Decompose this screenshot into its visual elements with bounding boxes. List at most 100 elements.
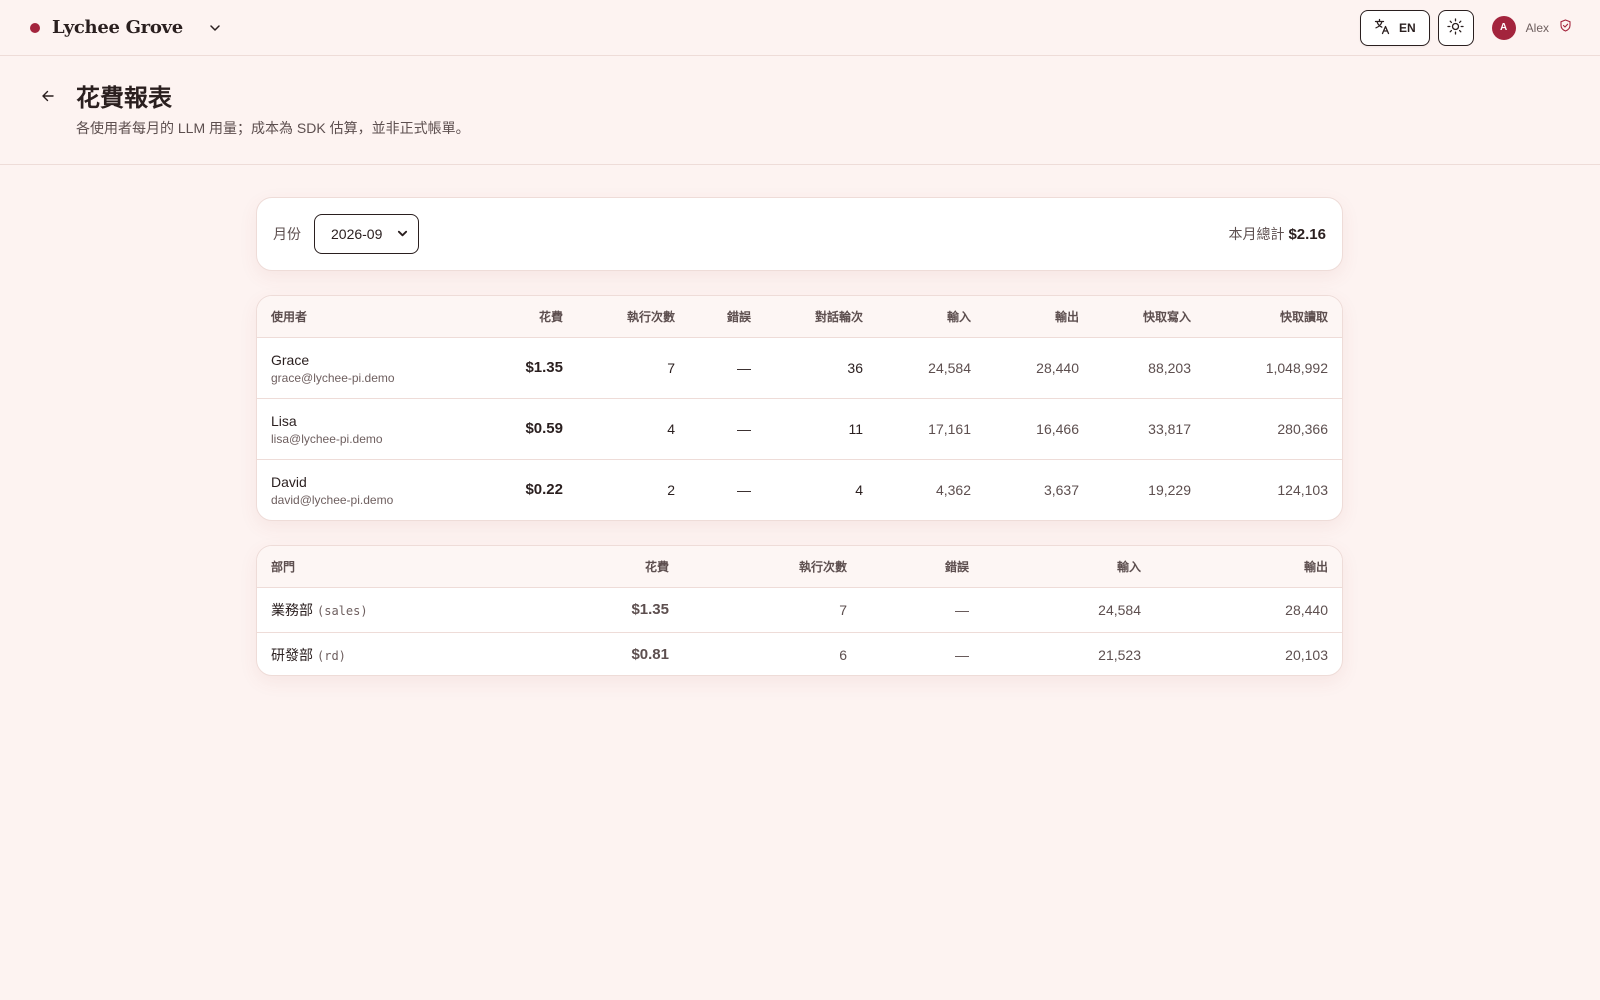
output-cell: 28,440 — [985, 337, 1093, 399]
output-cell: 20,103 — [1285, 646, 1328, 663]
runs-cell: 7 — [683, 587, 861, 633]
total-label: 本月總計 — [1228, 226, 1285, 242]
user-email: david@lychee-pi.demo — [271, 493, 394, 508]
sun-icon — [1447, 17, 1464, 38]
language-label: EN — [1398, 20, 1416, 35]
cost-cell: $0.81 — [631, 646, 669, 664]
cache-write-cell: 88,203 — [1093, 337, 1205, 399]
errors-cell: — — [689, 337, 765, 399]
chevron-down-icon — [397, 226, 408, 242]
input-cell: 17,161 — [877, 398, 985, 460]
user-cell: Grace grace@lychee-pi.demo — [257, 337, 487, 399]
table-row: 業務部 (sales) $1.35 7 — 24,584 28,440 — [257, 587, 1342, 633]
column-header-turns: 對話輪次 — [765, 296, 877, 338]
total-value: $2.16 — [1288, 226, 1326, 243]
cache-read-cell: 124,103 — [1277, 481, 1328, 498]
errors-cell: — — [689, 398, 765, 460]
column-header-errors: 錯誤 — [689, 296, 765, 338]
department-code: (sales) — [317, 603, 368, 618]
cost-cell: $0.22 — [525, 481, 563, 499]
errors-cell: — — [737, 481, 751, 498]
column-header-user: 使用者 — [257, 296, 487, 338]
table-row: Grace grace@lychee-pi.demo $1.35 7 — 36 2… — [257, 337, 1342, 399]
output-cell: 16,466 — [985, 398, 1093, 460]
runs-cell: 4 — [577, 398, 689, 460]
column-header-output: 輸出 — [1155, 546, 1342, 588]
input-cell: 24,584 — [983, 587, 1155, 633]
output-cell: 28,440 — [1155, 587, 1342, 633]
table-row: David david@lychee-pi.demo $0.22 2 — 4 4,… — [257, 459, 1342, 520]
cost-cell: $0.59 — [487, 398, 577, 460]
chevron-down-icon[interactable] — [205, 18, 225, 38]
user-name: Alex — [1525, 20, 1549, 35]
department-code: (rd) — [317, 648, 346, 663]
month-total: 本月總計 $2.16 — [1228, 224, 1326, 244]
errors-cell: — — [955, 646, 969, 663]
page-subtitle: 各使用者每月的 LLM 用量；成本為 SDK 估算，並非正式帳單。 — [76, 120, 470, 136]
month-value: 2026-09 — [331, 226, 383, 242]
column-header-cost: 花費 — [603, 546, 683, 588]
column-header-cache-write: 快取寫入 — [1093, 296, 1205, 338]
user-menu[interactable]: A Alex — [1491, 15, 1572, 40]
column-header-cost: 花費 — [487, 296, 577, 338]
users-table-card: 使用者 花費 執行次數 錯誤 對話輪次 輸入 輸出 快取寫入 快取讀取 Grac… — [256, 295, 1343, 521]
user-name: Grace — [271, 352, 310, 368]
turns-cell: 11 — [765, 398, 877, 460]
department-table: 部門 花費 執行次數 錯誤 輸入 輸出 業務部 (sales) $1.35 7 —… — [257, 546, 1342, 675]
app-name: Lychee Grove — [52, 17, 183, 38]
users-table: 使用者 花費 執行次數 錯誤 對話輪次 輸入 輸出 快取寫入 快取讀取 Grac… — [257, 296, 1342, 520]
cache-read-cell: 1,048,992 — [1205, 337, 1342, 399]
cache-write-cell: 19,229 — [1148, 481, 1191, 498]
month-select[interactable]: 2026-09 — [314, 214, 419, 254]
language-button[interactable]: EN — [1359, 9, 1430, 46]
translate-icon — [1374, 18, 1391, 38]
runs-cell: 6 — [839, 646, 847, 663]
input-cell: 4,362 — [935, 481, 971, 498]
theme-toggle-button[interactable] — [1437, 9, 1474, 46]
output-cell: 3,637 — [1043, 481, 1079, 498]
user-email: grace@lychee-pi.demo — [271, 371, 395, 385]
table-row: Lisa lisa@lychee-pi.demo $0.59 4 — 11 17,… — [257, 398, 1342, 460]
page-title: 花費報表 — [76, 83, 172, 112]
cache-read-cell: 280,366 — [1205, 398, 1342, 460]
month-label: 月份 — [273, 226, 301, 242]
department-name: 業務部 — [271, 601, 313, 618]
column-header-runs: 執行次數 — [577, 296, 689, 338]
department-cell: 業務部 (sales) — [257, 587, 603, 633]
column-header-runs: 執行次數 — [683, 546, 861, 588]
column-header-errors: 錯誤 — [861, 546, 983, 588]
runs-cell: 7 — [577, 337, 689, 399]
table-header-row: 使用者 花費 執行次數 錯誤 對話輪次 輸入 輸出 快取寫入 快取讀取 — [257, 296, 1342, 338]
user-name: Lisa — [271, 413, 297, 429]
column-header-input: 輸入 — [877, 296, 985, 338]
turns-cell: 4 — [855, 481, 863, 498]
cache-write-cell: 33,817 — [1093, 398, 1205, 460]
page-header — [0, 56, 1600, 165]
department-name: 研發部 — [271, 646, 313, 663]
back-arrow-icon[interactable] — [38, 86, 58, 106]
filter-card: 月份 2026-09 本月總計 $2.16 — [256, 197, 1343, 271]
department-cell: 研發部 (rd) — [257, 632, 603, 675]
runs-cell: 2 — [667, 481, 675, 498]
input-cell: 24,584 — [877, 337, 985, 399]
column-header-cache-read: 快取讀取 — [1205, 296, 1342, 338]
cost-cell: $1.35 — [603, 587, 683, 633]
shield-check-icon — [1559, 18, 1572, 37]
input-cell: 21,523 — [1098, 646, 1141, 663]
table-header-row: 部門 花費 執行次數 錯誤 輸入 輸出 — [257, 546, 1342, 588]
column-header-output: 輸出 — [985, 296, 1093, 338]
column-header-department: 部門 — [257, 546, 603, 588]
department-table-card: 部門 花費 執行次數 錯誤 輸入 輸出 業務部 (sales) $1.35 7 —… — [256, 545, 1343, 676]
errors-cell: — — [861, 587, 983, 633]
brand-dot-icon — [30, 22, 40, 33]
column-header-input: 輸入 — [983, 546, 1155, 588]
user-cell: Lisa lisa@lychee-pi.demo — [257, 398, 487, 460]
cost-cell: $1.35 — [487, 337, 577, 399]
top-bar: Lychee Grove EN A Alex — [0, 0, 1600, 56]
table-row: 研發部 (rd) $0.81 6 — 21,523 20,103 — [257, 632, 1342, 675]
user-name: David — [271, 474, 307, 491]
workspace-switcher[interactable]: Lychee Grove — [30, 17, 225, 38]
user-cell: David david@lychee-pi.demo — [257, 459, 487, 520]
turns-cell: 36 — [765, 337, 877, 399]
user-email: lisa@lychee-pi.demo — [271, 432, 383, 446]
